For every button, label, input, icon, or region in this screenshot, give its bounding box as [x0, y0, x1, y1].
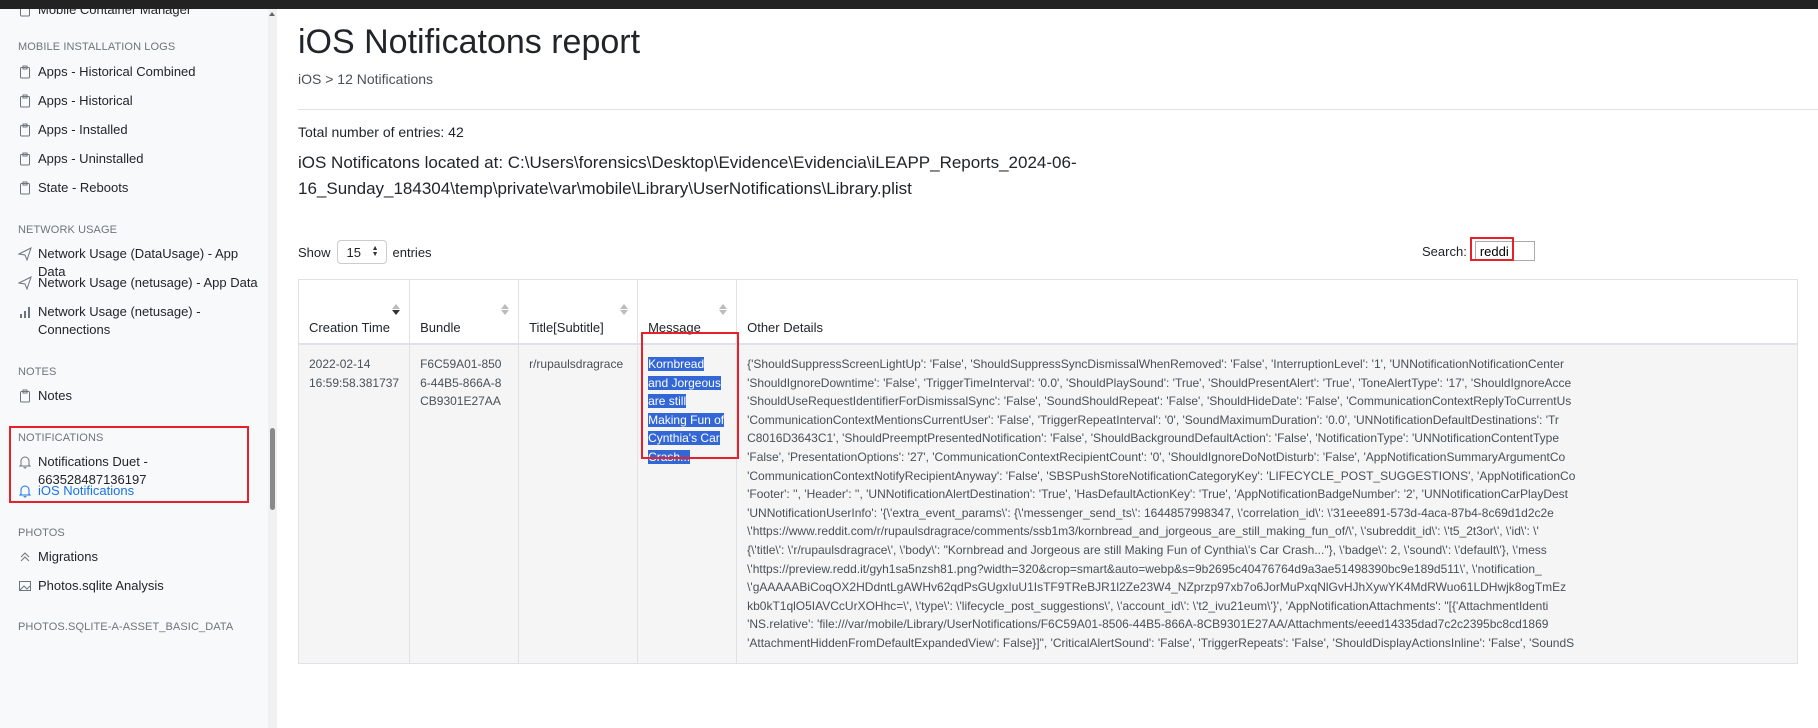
detail-line: \'gAAAAABiCoqOX2HDdntLgAWHv62qdPsGUgxIuU… — [747, 580, 1567, 595]
send-icon — [18, 276, 32, 290]
table-row: 2022-02-14 16:59:58.381737 F6C59A01-8506… — [297, 343, 1799, 664]
entries-value: 15 — [346, 244, 361, 260]
section-heading-network-usage: NETWORK USAGE — [18, 224, 118, 236]
detail-line: 'ShouldIgnoreDowntime': 'False', 'Trigge… — [747, 375, 1572, 390]
clipboard-icon — [20, 123, 30, 137]
sidebar-item-label: State - Reboots — [38, 180, 129, 195]
clipboard-icon — [20, 152, 30, 166]
section-heading-mobile-installation-logs: MOBILE INSTALLATION LOGS — [18, 41, 176, 53]
clipboard-icon — [20, 94, 30, 108]
detail-line: \'https://www.reddit.com/r/rupaulsdragra… — [747, 524, 1539, 539]
sidebar-item-apps-uninstalled[interactable]: Apps - Uninstalled — [18, 150, 258, 168]
sidebar-item-label: Apps - Uninstalled — [38, 151, 144, 166]
cell-bundle: F6C59A01-8506-44B5-866A-8CB9301E27AA — [409, 343, 520, 664]
send-icon — [18, 247, 32, 261]
sidebar-item-migrations[interactable]: Migrations — [18, 548, 258, 566]
sidebar-item-notes[interactable]: Notes — [18, 387, 258, 405]
sidebar-scrollbar[interactable] — [268, 9, 277, 728]
show-label: Show — [298, 244, 331, 260]
entries-select[interactable]: 15 ▲ ▼ — [336, 240, 387, 264]
sidebar-item-state-reboots[interactable]: State - Reboots — [18, 179, 258, 197]
detail-line: 'False', 'PresentationOptions': '27', 'C… — [747, 449, 1566, 464]
detail-line: 'Footer': '', 'Header': '', 'UNNotificat… — [747, 487, 1568, 502]
notifications-table: Creation Time Bundle Title[Subtitle] Mes… — [297, 279, 1799, 664]
scroll-up-arrow-icon[interactable] — [269, 12, 275, 16]
total-entries: Total number of entries: 42 — [298, 124, 464, 140]
sidebar-item-label: Apps - Historical — [38, 93, 133, 108]
section-heading-notes: NOTES — [18, 366, 57, 378]
sidebar-item-label: Migrations — [38, 549, 98, 564]
highlight-box-search — [1470, 237, 1514, 261]
sidebar-item-label: Mobile Container Manager — [38, 9, 192, 17]
sidebar-item-apps-historical-combined[interactable]: Apps - Historical Combined — [18, 63, 258, 81]
select-arrows-icon: ▲ ▼ — [371, 245, 379, 258]
cell-other-details: {'ShouldSuppressScreenLightUp': 'False',… — [736, 343, 1799, 664]
entries-length-control: Show 15 ▲ ▼ entries — [298, 240, 432, 264]
detail-line: 'CommunicationContextNotifyRecipientAnyw… — [747, 468, 1576, 483]
sort-descending-icon — [392, 304, 401, 315]
detail-line: 'CommunicationContextMentionsCurrentUser… — [747, 412, 1559, 427]
clipboard-icon — [20, 65, 30, 79]
detail-line: \'https://preview.redd.it/gyh1sa5nzsh81.… — [747, 561, 1542, 576]
detail-line: {'ShouldSuppressScreenLightUp': 'False',… — [747, 357, 1564, 371]
sidebar-item-label: Photos.sqlite Analysis — [38, 578, 164, 593]
column-header-bundle[interactable]: Bundle — [409, 279, 520, 345]
main-content: iOS Notificatons report iOS > 12 Notific… — [277, 9, 1818, 728]
sidebar-item-apps-installed[interactable]: Apps - Installed — [18, 121, 258, 139]
entries-label: entries — [392, 244, 432, 260]
column-header-other-details[interactable]: Other Details — [736, 279, 1799, 345]
bar-chart-icon — [20, 307, 30, 318]
sidebar-item-mobile-container-manager[interactable]: Mobile Container Manager — [18, 9, 258, 19]
detail-line: 'ShouldUseRequestIdentifierForDismissalS… — [747, 394, 1572, 409]
sort-icon — [620, 304, 629, 315]
detail-line: 'AttachmentHiddenFromDefaultExpandedView… — [747, 635, 1575, 650]
detail-line: C8016D3643C1', 'ShouldPreemptPresentedNo… — [747, 431, 1560, 446]
window-top-bar — [0, 0, 1818, 9]
sidebar-item-photos-sqlite-analysis[interactable]: Photos.sqlite Analysis — [18, 577, 258, 595]
cell-title: r/rupaulsdragrace — [518, 343, 639, 664]
clipboard-icon — [20, 181, 30, 195]
breadcrumb: iOS > 12 Notifications — [298, 71, 434, 87]
search-label: Search: — [1422, 243, 1467, 259]
double-chevron-up-icon — [20, 552, 30, 562]
section-heading-photos: PHOTOS — [18, 527, 65, 539]
sidebar-item-label: Network Usage (netusage) - Connections — [38, 304, 201, 337]
sidebar-item-network-usage-connections[interactable]: Network Usage (netusage) - Connections — [18, 303, 218, 339]
highlight-box-message — [641, 332, 739, 459]
column-header-creation-time[interactable]: Creation Time — [297, 279, 411, 345]
sidebar: Mobile Container Manager MOBILE INSTALLA… — [0, 9, 268, 728]
page-title: iOS Notificatons report — [298, 23, 641, 61]
image-icon — [19, 581, 31, 591]
detail-line: 'NS.relative': 'file:///var/mobile/Libra… — [747, 617, 1549, 632]
sidebar-item-network-usage-netusage-app[interactable]: Network Usage (netusage) - App Data — [18, 274, 258, 292]
sidebar-item-label: Network Usage (netusage) - App Data — [38, 275, 258, 290]
sort-icon — [501, 304, 510, 315]
detail-line: 'UNNotificationUserInfo': '{\'extra_even… — [747, 505, 1554, 520]
clipboard-icon — [20, 9, 30, 17]
sidebar-item-label: Apps - Historical Combined — [38, 64, 196, 79]
section-heading-photos-asset-basic-data: PHOTOS.SQLITE-A-ASSET_BASIC_DATA — [18, 621, 234, 633]
cell-creation-time: 2022-02-14 16:59:58.381737 — [297, 343, 411, 664]
scrollbar-thumb[interactable] — [270, 428, 275, 510]
detail-line: kb0kT1qlO5IAVCcUrXOHhc=\', \'type\': \'l… — [747, 598, 1549, 613]
file-location: iOS Notificatons located at: C:\Users\fo… — [298, 153, 1077, 198]
highlight-box-notifications — [9, 426, 249, 503]
sidebar-item-apps-historical[interactable]: Apps - Historical — [18, 92, 258, 110]
detail-line: {\'title\': \'r/rupaulsdragrace\', \'bod… — [747, 542, 1547, 557]
sidebar-item-label: Apps - Installed — [38, 122, 128, 137]
divider — [298, 109, 1818, 110]
sort-icon — [719, 304, 728, 315]
column-header-title[interactable]: Title[Subtitle] — [518, 279, 639, 345]
clipboard-icon — [20, 389, 30, 403]
sidebar-item-label: Notes — [38, 388, 72, 403]
